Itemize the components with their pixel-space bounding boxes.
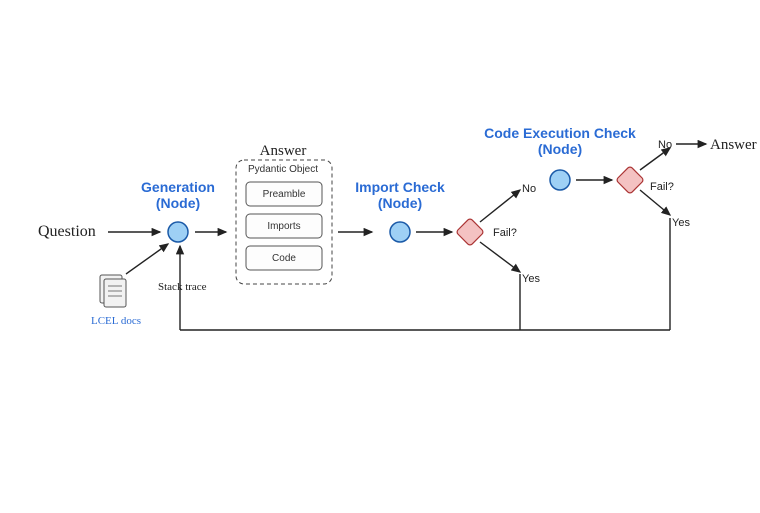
exec-fail-decision-icon xyxy=(616,166,644,194)
generation-title: Generation xyxy=(141,179,215,195)
arrow-import-no xyxy=(480,190,520,222)
import-check-title: Import Check xyxy=(355,179,445,195)
answer-box-subtitle: Pydantic Object xyxy=(248,164,318,175)
flow-diagram: Question Generation (Node) LCEL docs Sta… xyxy=(0,0,760,513)
arrow-exec-no xyxy=(640,148,670,170)
exec-check-title: Code Execution Check xyxy=(484,125,636,141)
field-code-label: Code xyxy=(272,253,296,264)
lcel-docs-icon xyxy=(100,275,126,307)
answer-box-title: Answer xyxy=(260,143,307,159)
import-yes-label: Yes xyxy=(522,273,540,285)
import-fail-label: Fail? xyxy=(493,227,517,239)
final-answer-label: Answer xyxy=(710,137,757,153)
exec-yes-label: Yes xyxy=(672,217,690,229)
import-no-label: No xyxy=(522,183,536,195)
arrow-docs-to-generation xyxy=(126,244,168,274)
import-check-subtitle: (Node) xyxy=(378,195,422,211)
arrow-import-yes xyxy=(480,242,520,272)
exec-check-subtitle: (Node) xyxy=(538,141,582,157)
import-fail-decision-icon xyxy=(456,218,484,246)
field-preamble-label: Preamble xyxy=(263,189,306,200)
exec-no-label: No xyxy=(658,139,672,151)
question-label: Question xyxy=(38,223,96,240)
stack-trace-label: Stack trace xyxy=(158,281,207,293)
generation-node-icon xyxy=(168,222,188,242)
arrow-exec-yes xyxy=(640,190,670,215)
exec-check-node-icon xyxy=(550,170,570,190)
field-imports-label: Imports xyxy=(267,221,300,232)
exec-fail-label: Fail? xyxy=(650,181,674,193)
generation-subtitle: (Node) xyxy=(156,195,200,211)
lcel-docs-label: LCEL docs xyxy=(91,315,141,327)
import-check-node-icon xyxy=(390,222,410,242)
